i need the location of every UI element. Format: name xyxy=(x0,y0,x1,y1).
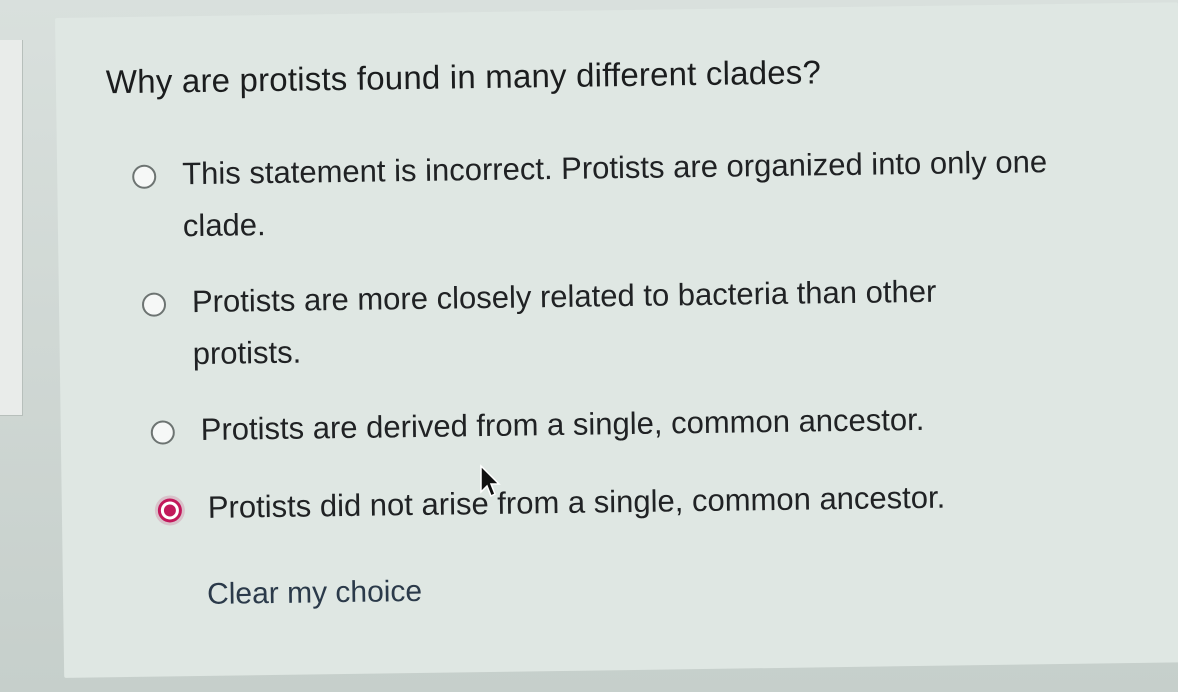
radio-button-option-2[interactable] xyxy=(141,292,167,317)
question-card: Why are protists found in many different… xyxy=(55,2,1178,678)
clear-my-choice-link[interactable]: Clear my choice xyxy=(207,575,423,612)
radio-button-option-3[interactable] xyxy=(150,420,175,445)
answer-option-3-label[interactable]: Protists are derived from a single, comm… xyxy=(200,394,925,456)
answer-option-2[interactable]: Protists are more closely related to bac… xyxy=(141,273,1023,381)
answer-option-2-label[interactable]: Protists are more closely related to bac… xyxy=(192,265,1023,381)
answer-option-1-label[interactable]: This statement is incorrect. Protists ar… xyxy=(182,136,1093,253)
left-side-panel xyxy=(0,40,23,416)
answer-option-3[interactable]: Protists are derived from a single, comm… xyxy=(150,400,1052,457)
answer-option-4-label[interactable]: Protists did not arise from a single, co… xyxy=(207,472,946,534)
screen: Why are protists found in many different… xyxy=(0,0,1178,692)
radio-button-option-4-selected[interactable] xyxy=(157,498,183,523)
question-text: Why are protists found in many different… xyxy=(105,53,822,101)
radio-button-option-1[interactable] xyxy=(132,164,157,189)
answer-option-4[interactable]: Protists did not arise from a single, co… xyxy=(157,478,1059,535)
answer-option-1[interactable]: This statement is incorrect. Protists ar… xyxy=(132,144,1093,253)
mouse-pointer-icon xyxy=(480,464,501,498)
